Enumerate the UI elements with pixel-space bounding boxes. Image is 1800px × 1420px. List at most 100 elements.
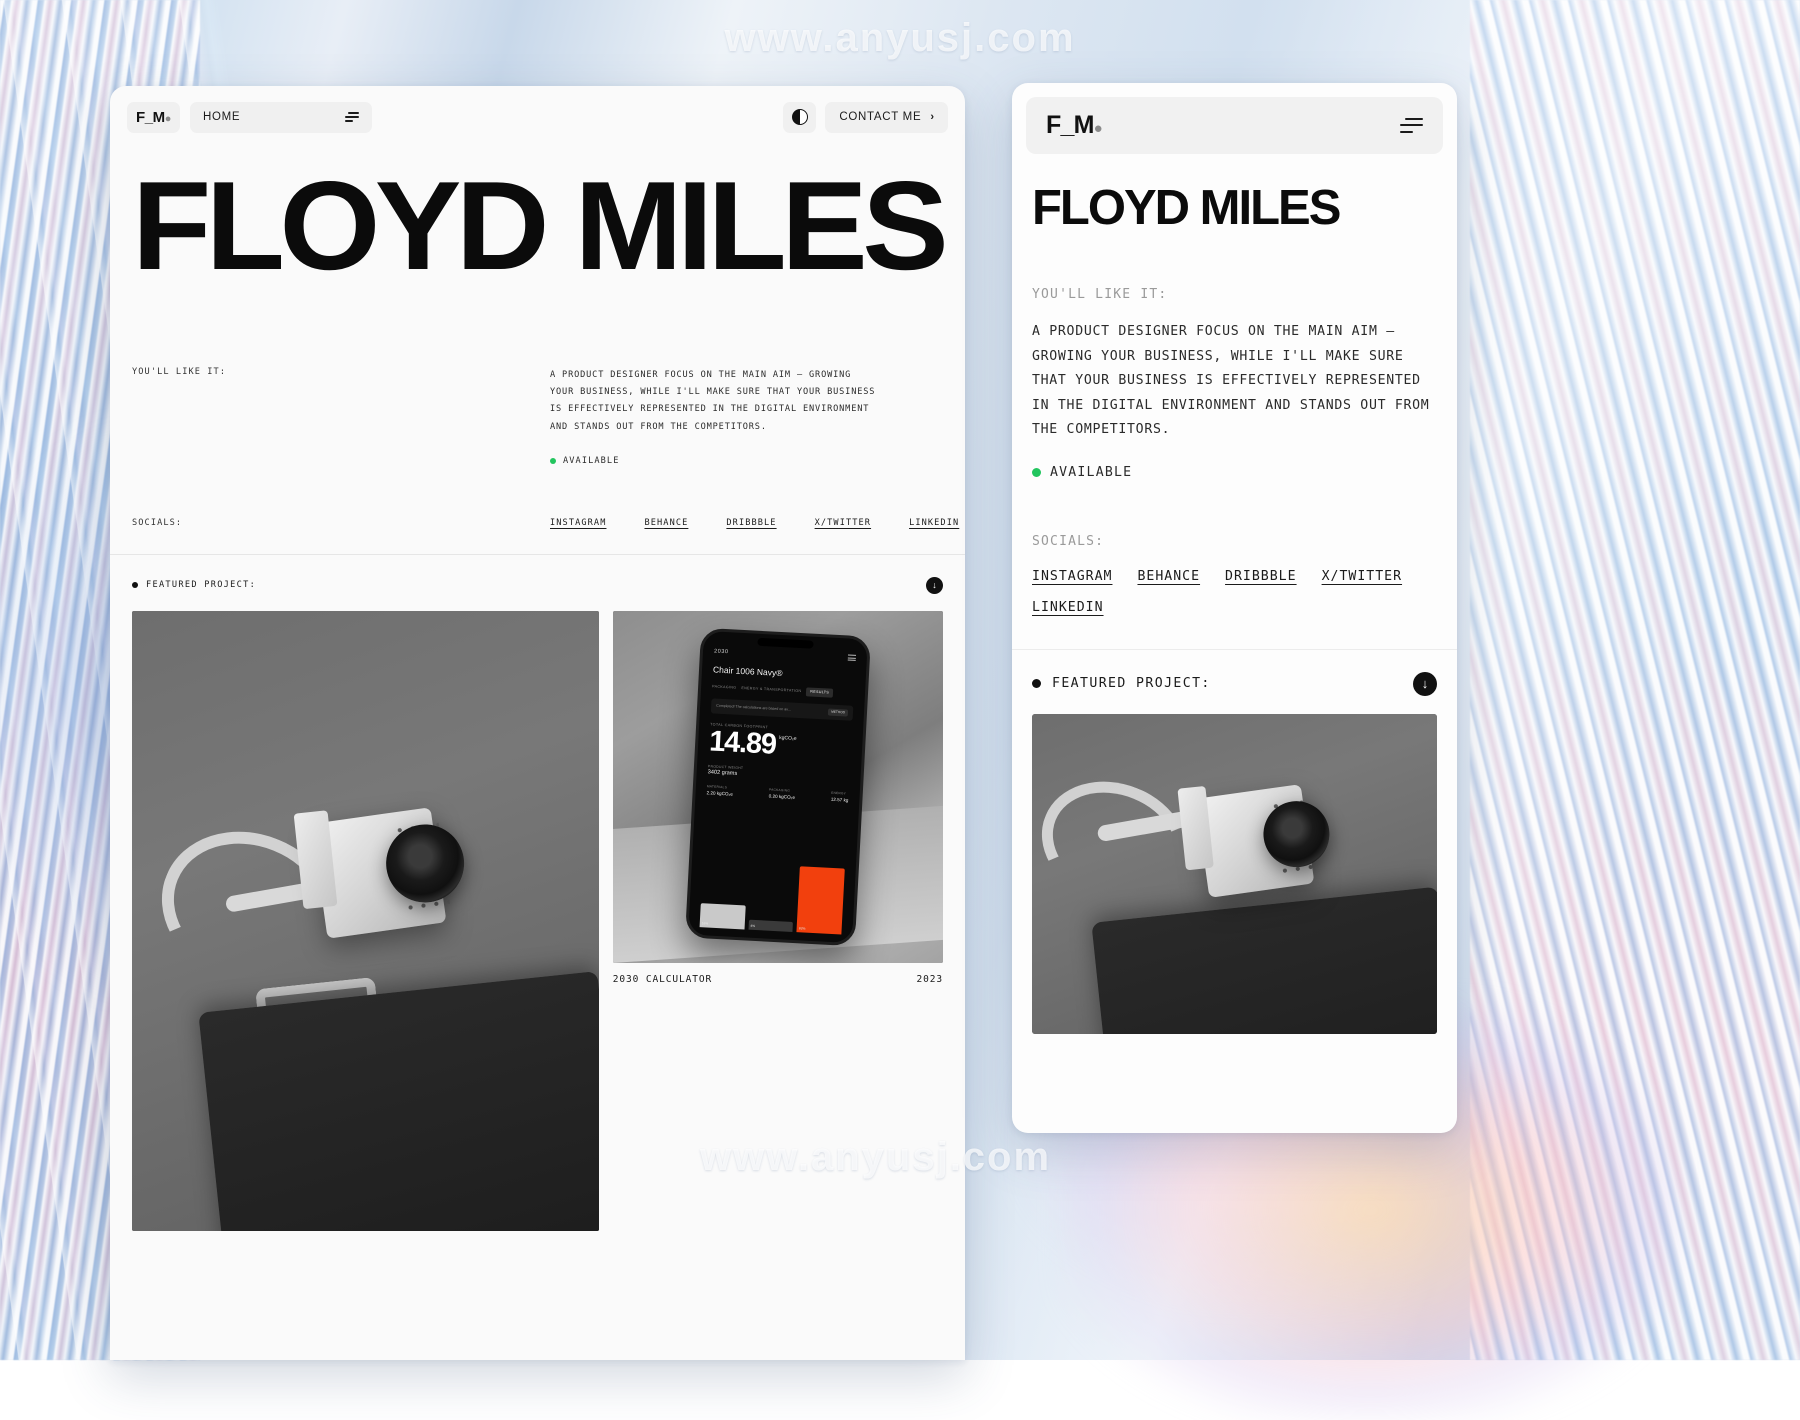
mobile-webcam-scene: [1032, 714, 1437, 1034]
mobile-social-link-linkedin[interactable]: LINKEDIN: [1032, 600, 1104, 615]
watermark-middle: www.anyusj.com: [700, 1135, 1051, 1180]
laptop-screen-shape: [198, 971, 598, 1231]
mobile-navbar: F_M●: [1026, 97, 1443, 154]
camera-body-shape: [311, 808, 446, 940]
chevron-right-icon: ›: [930, 111, 934, 123]
phone-tab-bar: PACKAGING ENERGY & TRANSPORTATION RESULT…: [712, 682, 854, 698]
phone-app-brand: 2030: [714, 648, 729, 655]
nav-home-pill[interactable]: HOME: [190, 102, 372, 133]
phone-stat-value: 2.20 kgCO₂e: [706, 789, 733, 795]
mobile-project-image-webcam[interactable]: [1032, 714, 1437, 1034]
mobile-nav-wrapper: F_M●: [1012, 83, 1457, 154]
nav-home-label: HOME: [203, 111, 240, 123]
featured-project-header: FEATURED PROJECT: ↓: [110, 555, 965, 611]
intro-label: YOU'LL LIKE IT:: [132, 367, 550, 466]
download-arrow-icon[interactable]: ↓: [926, 577, 943, 594]
phone-bar-packaging: 4%: [748, 919, 793, 931]
bullet-dot-icon: [132, 582, 138, 588]
phone-metric-unit: kgCO₂e: [779, 734, 797, 741]
phone-note-badge[interactable]: METHOD: [828, 708, 848, 716]
logo-text: F_M●: [136, 110, 171, 125]
phone-app-header: 2030: [714, 647, 856, 662]
social-link-instagram[interactable]: INSTAGRAM: [550, 518, 606, 528]
intro-row: YOU'LL LIKE IT: A PRODUCT DESIGNER FOCUS…: [132, 367, 943, 466]
mobile-cable-coil-shape: [1032, 760, 1207, 927]
project-image-calculator: 2030 Chair 1006 Navy® PACKAGING ENERGY &…: [613, 611, 943, 963]
logo-dot: ●: [165, 113, 171, 125]
social-link-dribbble[interactable]: DRIBBBLE: [726, 518, 776, 528]
desktop-body: YOU'LL LIKE IT: A PRODUCT DESIGNER FOCUS…: [110, 367, 965, 554]
mobile-status-dot-icon: [1032, 468, 1041, 477]
mobile-featured-label: FEATURED PROJECT:: [1052, 676, 1211, 691]
intro-content: A PRODUCT DESIGNER FOCUS ON THE MAIN AIM…: [550, 367, 943, 466]
phone-stats-row: MATERIALS 2.20 kgCO₂e PACKAGING 0.20 kgC…: [706, 784, 848, 802]
mobile-logo[interactable]: F_M●: [1046, 113, 1102, 138]
phone-menu-icon[interactable]: [848, 654, 856, 662]
phone-bar-chart: 16% 4% 82%: [699, 855, 845, 934]
mobile-menu-icon[interactable]: [1400, 118, 1423, 134]
mobile-intro-description: A PRODUCT DESIGNER FOCUS ON THE MAIN AIM…: [1032, 320, 1437, 443]
phone-stat-energy: ENERGY 12.57 kg: [831, 790, 849, 801]
mobile-bullet-dot-icon: [1032, 679, 1041, 688]
mobile-body: YOU'LL LIKE IT: A PRODUCT DESIGNER FOCUS…: [1012, 287, 1457, 615]
socials-row: SOCIALS: INSTAGRAM BEHANCE DRIBBBLE X/TW…: [132, 518, 943, 554]
desktop-navbar: F_M● HOME CONTACT ME ›: [110, 86, 965, 148]
phone-scene: 2030 Chair 1006 Navy® PACKAGING ENERGY &…: [613, 611, 943, 963]
phone-tab-energy[interactable]: ENERGY & TRANSPORTATION: [741, 686, 801, 693]
social-link-behance[interactable]: BEHANCE: [644, 518, 688, 528]
mobile-social-link-x-twitter[interactable]: X/TWITTER: [1322, 569, 1402, 584]
social-link-x-twitter[interactable]: X/TWITTER: [815, 518, 871, 528]
phone-product-title: Chair 1006 Navy®: [713, 664, 855, 681]
mobile-social-link-instagram[interactable]: INSTAGRAM: [1032, 569, 1112, 584]
status-dot-icon: [550, 458, 556, 464]
mobile-socials-links: INSTAGRAM BEHANCE DRIBBBLE X/TWITTER LIN…: [1032, 569, 1437, 615]
phone-stat-materials: MATERIALS 2.20 kgCO₂e: [706, 784, 733, 796]
phone-bar-percent: 82%: [799, 926, 806, 930]
desktop-hero: FLOYD MILES: [110, 148, 965, 287]
phone-screen-content: 2030 Chair 1006 Navy® PACKAGING ENERGY &…: [695, 631, 867, 803]
contact-me-label: CONTACT ME: [839, 111, 921, 123]
socials-links: INSTAGRAM BEHANCE DRIBBBLE X/TWITTER LIN…: [550, 518, 959, 528]
phone-metric-row: 14.89 kgCO₂e: [708, 726, 851, 763]
logo-button[interactable]: F_M●: [127, 102, 180, 133]
mobile-social-link-dribbble[interactable]: DRIBBBLE: [1225, 569, 1297, 584]
mobile-laptop-screen-shape: [1091, 886, 1437, 1033]
phone-note-text: Completed! The calculations are based on…: [716, 703, 791, 711]
featured-project-label-group: FEATURED PROJECT:: [132, 580, 256, 590]
watermark-top: www.anyusj.com: [724, 16, 1075, 61]
phone-bar-percent: 4%: [750, 923, 755, 927]
mobile-social-link-behance[interactable]: BEHANCE: [1137, 569, 1200, 584]
phone-stat-packaging: PACKAGING 0.20 kgCO₂e: [768, 787, 795, 799]
mobile-camera-body-shape: [1196, 784, 1315, 898]
webcam-scene: [132, 611, 599, 1231]
mobile-page-title: FLOYD MILES: [1032, 184, 1437, 233]
socials-label: SOCIALS:: [132, 518, 550, 528]
mobile-featured-header: FEATURED PROJECT: ↓: [1012, 650, 1457, 714]
phone-tab-results[interactable]: RESULTS: [806, 687, 833, 697]
phone-metric-value: 14.89: [708, 727, 776, 759]
contrast-circle-icon: [792, 109, 808, 125]
navbar-right-group: CONTACT ME ›: [783, 102, 948, 133]
phone-stat-value: 0.20 kgCO₂e: [768, 793, 795, 799]
mobile-hero: FLOYD MILES: [1012, 154, 1457, 233]
theme-toggle-button[interactable]: [783, 102, 816, 133]
social-link-linkedin[interactable]: LINKEDIN: [909, 518, 959, 528]
mobile-logo-dot: ●: [1094, 120, 1102, 137]
page-title: FLOYD MILES: [132, 166, 965, 287]
phone-stat-label: MATERIALS: [707, 784, 733, 789]
phone-tab-packaging[interactable]: PACKAGING: [712, 684, 736, 689]
availability-label: AVAILABLE: [563, 456, 619, 466]
phone-note-banner: Completed! The calculations are based on…: [711, 698, 854, 720]
mobile-availability-label: AVAILABLE: [1050, 465, 1132, 480]
phone-stat-value: 12.57 kg: [831, 796, 849, 802]
featured-project-label: FEATURED PROJECT:: [146, 580, 256, 590]
mobile-featured-label-group: FEATURED PROJECT:: [1032, 676, 1211, 691]
project-year: 2023: [917, 974, 943, 985]
phone-stat-label: ENERGY: [831, 790, 849, 795]
mobile-download-arrow-icon[interactable]: ↓: [1413, 672, 1437, 696]
project-title: 2030 CALCULATOR: [613, 974, 712, 985]
filter-lines-icon[interactable]: [345, 112, 359, 122]
contact-me-button[interactable]: CONTACT ME ›: [825, 102, 948, 133]
project-image-webcam: [132, 611, 599, 1231]
project-card-webcam[interactable]: [132, 611, 599, 1231]
